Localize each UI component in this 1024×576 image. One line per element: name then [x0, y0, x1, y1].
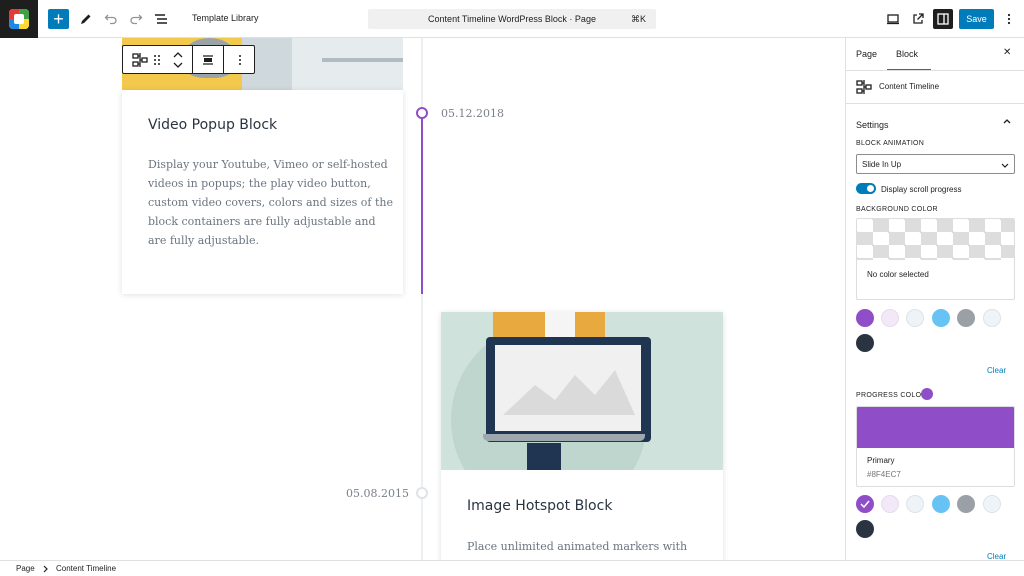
sidebar-icon [937, 13, 949, 25]
view-post-button[interactable] [908, 9, 928, 29]
color-swatch-navy[interactable] [856, 520, 874, 538]
color-swatch-purple[interactable] [856, 309, 874, 327]
scroll-progress-label: Display scroll progress [881, 185, 962, 194]
color-swatch-navy[interactable] [856, 334, 874, 352]
card-description: Place unlimited animated markers with [467, 540, 688, 553]
clear-progress-button[interactable]: Clear [987, 552, 1006, 560]
pencil-icon [81, 14, 91, 24]
block-card: Content Timeline [856, 78, 1016, 96]
breadcrumb: Page Content Timeline [0, 560, 1024, 576]
chevron-down-icon [1001, 163, 1009, 168]
timeline-marker-1 [416, 107, 428, 119]
timeline-date-2: 05.08.2015 [346, 487, 409, 500]
block-options-button[interactable] [224, 46, 255, 73]
desktop-icon [887, 14, 899, 25]
block-name: Content Timeline [879, 82, 940, 91]
add-block-button[interactable]: + [48, 9, 69, 29]
color-swatch-gray[interactable] [957, 495, 975, 513]
settings-panel-header[interactable]: Settings [856, 115, 1016, 130]
background-color-picker[interactable]: No color selected [856, 218, 1015, 300]
more-vertical-icon [238, 54, 241, 65]
check-icon [860, 500, 870, 509]
block-toolbar [122, 45, 255, 74]
card-title: Image Hotspot Block [467, 498, 613, 514]
card-title: Video Popup Block [148, 117, 278, 133]
undo-button[interactable] [101, 9, 121, 29]
settings-sidebar: Page Block ✕ Content Timeline Settings B… [845, 38, 1024, 560]
color-swatch-lavender[interactable] [881, 309, 899, 327]
options-button[interactable] [999, 9, 1019, 29]
block-animation-select[interactable]: Slide In Up [856, 154, 1015, 174]
timeline-date-1: 05.12.2018 [441, 107, 504, 120]
select-value: Slide In Up [862, 160, 902, 169]
timeline-marker-2 [416, 487, 428, 499]
color-swatch-purple-selected[interactable] [856, 495, 874, 513]
color-swatch-light-gray[interactable] [906, 495, 924, 513]
divider [846, 70, 1024, 71]
save-button[interactable]: Save [959, 9, 994, 29]
timeline-icon [131, 52, 148, 67]
command-shortcut: ⌘K [630, 14, 646, 24]
color-swatch-sky-blue[interactable] [932, 309, 950, 327]
close-sidebar-button[interactable]: ✕ [1003, 47, 1011, 58]
move-up-down-buttons[interactable] [167, 46, 189, 73]
color-swatch-pale-blue[interactable] [983, 309, 1001, 327]
background-color-label: Background Color [856, 206, 938, 213]
card-description: Display your Youtube, Vimeo or self-host… [148, 158, 393, 247]
settings-sidebar-toggle[interactable] [933, 9, 953, 29]
clear-background-button[interactable]: Clear [987, 366, 1006, 375]
progress-color-indicator [921, 388, 933, 400]
tools-button[interactable] [76, 9, 96, 29]
progress-color-picker[interactable]: Primary #8F4EC7 [856, 406, 1015, 487]
list-view-icon [155, 14, 167, 24]
progress-color-name: Primary [867, 456, 895, 465]
scroll-progress-toggle[interactable] [856, 183, 876, 194]
align-button[interactable] [193, 46, 223, 73]
block-animation-label: Block Animation [856, 140, 925, 147]
tab-page[interactable]: Page [856, 49, 877, 59]
color-swatch-sky-blue[interactable] [932, 495, 950, 513]
logo-icon [9, 9, 29, 29]
divider [846, 103, 1024, 104]
move-up-down-icon [173, 51, 183, 68]
drag-handle-icon [154, 54, 160, 65]
progress-color-preview [857, 407, 1014, 448]
color-swatch-pale-blue[interactable] [983, 495, 1001, 513]
color-swatch-lavender[interactable] [881, 495, 899, 513]
timeline-icon [856, 80, 872, 94]
color-swatch-gray[interactable] [957, 309, 975, 327]
undo-icon [104, 14, 117, 25]
chart-illustration [503, 370, 635, 415]
tab-block[interactable]: Block [896, 49, 918, 59]
editor-canvas: Video Popup Block Display your Youtube, … [0, 38, 845, 560]
align-icon [203, 54, 213, 65]
preview-button[interactable] [883, 9, 903, 29]
site-logo[interactable] [0, 0, 38, 38]
more-vertical-icon [1007, 13, 1011, 25]
redo-button[interactable] [126, 9, 146, 29]
redo-icon [130, 14, 143, 25]
editor-top-bar: + Template Library Content Timeline Word… [0, 0, 1024, 38]
transparent-checker [857, 219, 1014, 260]
template-library-button[interactable]: Template Library [192, 13, 259, 23]
document-title: Content Timeline WordPress Block · Page [428, 14, 596, 24]
progress-color-hex: #8F4EC7 [867, 470, 901, 479]
timeline-card-2[interactable]: Image Hotspot Block Place unlimited anim… [441, 312, 723, 560]
drag-handle[interactable] [149, 46, 165, 73]
no-color-text: No color selected [867, 270, 929, 279]
progress-color-label: Progress Color [856, 392, 927, 399]
hotspot-card-image [441, 312, 723, 470]
color-swatch-light-gray[interactable] [906, 309, 924, 327]
external-link-icon [913, 13, 924, 24]
breadcrumb-page[interactable]: Page [16, 564, 35, 573]
breadcrumb-content-timeline[interactable]: Content Timeline [56, 564, 116, 573]
command-palette-bar[interactable]: Content Timeline WordPress Block · Page … [368, 9, 656, 29]
chevron-right-icon [43, 565, 48, 573]
timeline-progress-line [421, 113, 423, 294]
chevron-up-icon [1003, 119, 1011, 124]
timeline-card-1[interactable]: Video Popup Block Display your Youtube, … [122, 90, 403, 294]
document-overview-button[interactable] [151, 9, 171, 29]
settings-title: Settings [856, 120, 889, 130]
